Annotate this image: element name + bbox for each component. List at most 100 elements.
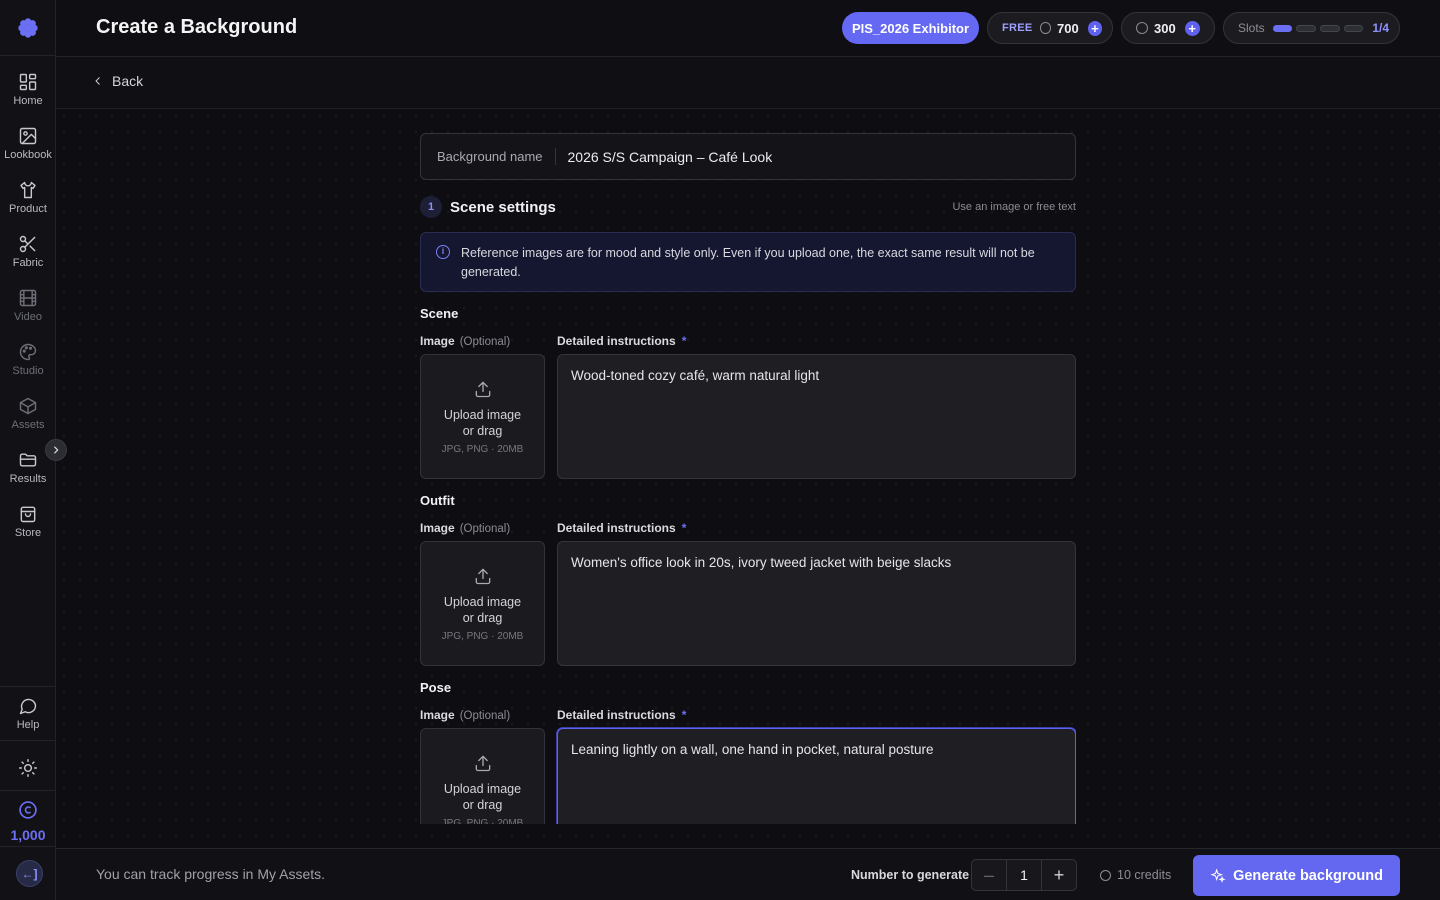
- generate-background-label: Generate background: [1233, 867, 1383, 884]
- grid-icon: [19, 73, 37, 91]
- bottom-action-bar: You can track progress in My Assets. Num…: [56, 848, 1440, 900]
- top-header: Create a Background PIS_2026 Exhibitor F…: [56, 0, 1440, 57]
- outfit-image-upload[interactable]: Upload image or drag JPG, PNG · 20MB: [420, 541, 545, 666]
- decrement-button[interactable]: –: [972, 860, 1006, 890]
- slots-label: Slots: [1238, 21, 1265, 35]
- optional-label: (Optional): [459, 523, 511, 535]
- theme-toggle[interactable]: [0, 758, 56, 780]
- scene-image-upload[interactable]: Upload image or drag JPG, PNG · 20MB: [420, 354, 545, 479]
- sidebar-credits-value: 1,000: [10, 827, 46, 843]
- step-hint: Use an image or free text: [952, 201, 1076, 213]
- increment-button[interactable]: +: [1042, 860, 1076, 890]
- required-mark: *: [681, 708, 687, 722]
- free-credits-value: 700: [1057, 20, 1079, 36]
- upload-prompt: Upload image or drag: [443, 595, 522, 625]
- sidebar-divider: [0, 846, 56, 847]
- copyright-coin-icon: [19, 801, 37, 819]
- sidebar-item-label: Results: [9, 473, 47, 485]
- section-title-outfit: Outfit: [420, 493, 455, 508]
- slot-indicator-filled: [1272, 24, 1293, 32]
- sidebar-item-home[interactable]: Home: [0, 72, 56, 122]
- optional-label: (Optional): [459, 710, 511, 722]
- sparkle-icon: [1210, 867, 1226, 883]
- free-credits-pill[interactable]: FREE 700 +: [987, 12, 1113, 44]
- chat-bubble-icon: [19, 698, 37, 715]
- sun-icon: [18, 758, 38, 778]
- outfit-instructions-textarea[interactable]: Women's office look in 20s, ivory tweed …: [557, 541, 1076, 666]
- instructions-field-label: Detailed instructions *: [557, 708, 687, 722]
- number-to-generate-label: Number to generate: [851, 868, 970, 882]
- sidebar-item-label: Fabric: [12, 257, 44, 269]
- sidebar-item-video[interactable]: Video: [0, 288, 56, 338]
- instructions-field-label: Detailed instructions *: [557, 334, 687, 348]
- upload-format-hint: JPG, PNG · 20MB: [441, 631, 524, 642]
- upload-format-hint: JPG, PNG · 20MB: [441, 818, 524, 824]
- info-icon: i: [436, 245, 450, 259]
- step-number-badge: 1: [420, 196, 442, 218]
- sidebar-item-studio[interactable]: Studio: [0, 342, 56, 392]
- app-logo[interactable]: [0, 0, 56, 56]
- upload-icon: [475, 568, 490, 585]
- film-icon: [19, 289, 37, 307]
- credit-cost: 10 credits: [1100, 868, 1171, 882]
- background-name-field[interactable]: Background name 2026 S/S Campaign – Café…: [420, 133, 1076, 180]
- scene-settings-header: 1 Scene settings Use an image or free te…: [420, 195, 1076, 219]
- scissors-icon: [19, 235, 36, 253]
- progress-hint: You can track progress in My Assets.: [96, 866, 326, 882]
- sidebar-expand-button[interactable]: [45, 439, 67, 461]
- sidebar-item-label: Studio: [12, 365, 44, 377]
- slot-indicator-empty: [1320, 24, 1340, 32]
- slots-pill[interactable]: Slots 1/4: [1223, 12, 1400, 44]
- sidebar-item-product[interactable]: Product: [0, 180, 56, 230]
- free-tag: FREE: [1002, 22, 1033, 34]
- avatar[interactable]: ←]: [16, 860, 43, 887]
- palette-icon: [19, 343, 37, 361]
- pose-instructions-textarea[interactable]: Leaning lightly on a wall, one hand in p…: [557, 728, 1076, 824]
- back-bar: Back: [56, 57, 1440, 109]
- background-name-label: Background name: [421, 148, 556, 165]
- sidebar-item-help[interactable]: Help: [0, 696, 56, 746]
- pose-image-upload[interactable]: Upload image or drag JPG, PNG · 20MB: [420, 728, 545, 824]
- coin-icon: [1100, 869, 1111, 881]
- add-free-credits-button[interactable]: +: [1087, 20, 1102, 36]
- chevron-left-icon: [95, 77, 100, 85]
- section-title-pose: Pose: [420, 680, 452, 695]
- upload-icon: [475, 755, 490, 772]
- background-form: Background name 2026 S/S Campaign – Café…: [420, 133, 1076, 824]
- image-icon: [19, 127, 37, 145]
- back-label: Back: [112, 73, 144, 89]
- sidebar-divider: [0, 686, 56, 687]
- page-title: Create a Background: [96, 16, 298, 38]
- step-title: Scene settings: [450, 198, 556, 216]
- generate-background-button[interactable]: Generate background: [1193, 855, 1400, 896]
- sidebar-item-label: Store: [14, 527, 42, 539]
- background-name-input[interactable]: 2026 S/S Campaign – Café Look: [556, 149, 773, 165]
- quantity-value[interactable]: 1: [1006, 860, 1042, 890]
- section-title-scene: Scene: [420, 306, 459, 321]
- bag-icon: [20, 506, 36, 523]
- sidebar-item-label: Product: [9, 203, 47, 215]
- upload-format-hint: JPG, PNG · 20MB: [441, 444, 524, 455]
- sidebar-item-store[interactable]: Store: [0, 504, 56, 554]
- scene-instructions-textarea[interactable]: Wood-toned cozy café, warm natural light: [557, 354, 1076, 479]
- credits-pill[interactable]: 300 +: [1121, 12, 1215, 44]
- exhibitor-badge-button[interactable]: PIS_2026 Exhibitor: [842, 12, 979, 44]
- slot-indicator-empty: [1343, 24, 1364, 32]
- quantity-stepper: – 1 +: [971, 859, 1077, 891]
- sidebar-item-fabric[interactable]: Fabric: [0, 234, 56, 284]
- sidebar-item-lookbook[interactable]: Lookbook: [0, 126, 56, 176]
- credits-value: 300: [1154, 20, 1176, 36]
- box-icon: [19, 397, 37, 415]
- back-button[interactable]: Back: [92, 73, 143, 89]
- slot-indicator-empty: [1296, 24, 1316, 32]
- add-credits-button[interactable]: +: [1184, 20, 1200, 36]
- info-notice: i Reference images are for mood and styl…: [420, 232, 1076, 292]
- sidebar-credits[interactable]: 1,000: [0, 800, 56, 843]
- sidebar-item-label: Help: [16, 719, 40, 731]
- image-field-label: Image (Optional): [420, 334, 511, 348]
- sidebar-item-label: Lookbook: [4, 149, 52, 161]
- sidebar-item-assets[interactable]: Assets: [0, 396, 56, 446]
- instructions-field-label: Detailed instructions *: [557, 521, 687, 535]
- required-mark: *: [681, 521, 687, 535]
- shirt-icon: [20, 181, 36, 199]
